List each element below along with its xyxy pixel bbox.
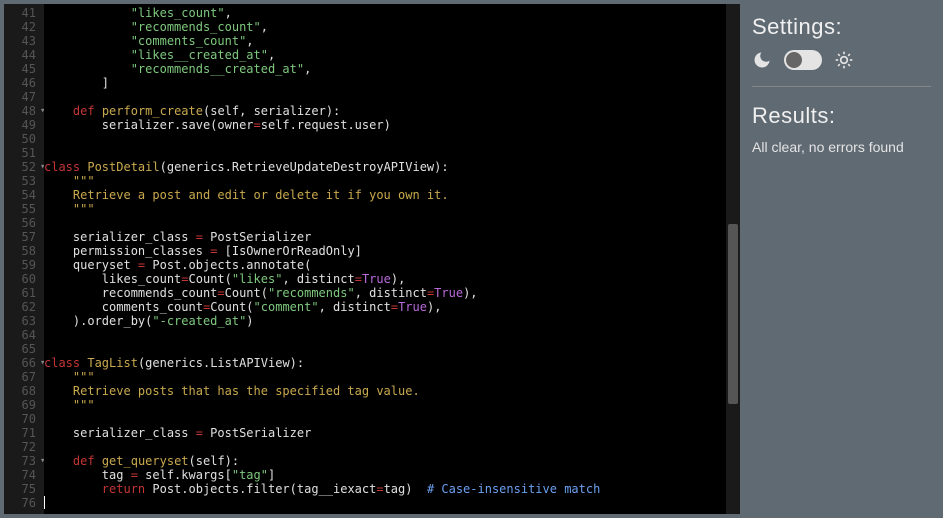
code-line[interactable]: comments_count=Count("comment", distinct… [44, 300, 726, 314]
line-number: 73 [4, 454, 44, 468]
line-number: 58 [4, 244, 44, 258]
line-number: 42 [4, 20, 44, 34]
settings-heading: Settings: [752, 14, 931, 40]
line-number: 48 [4, 104, 44, 118]
text-cursor [44, 496, 45, 509]
line-number-gutter: 4142434445464748495051525354555657585960… [4, 4, 44, 514]
code-line[interactable]: "likes__created_at", [44, 48, 726, 62]
code-line[interactable] [44, 132, 726, 146]
line-number: 62 [4, 300, 44, 314]
line-number: 70 [4, 412, 44, 426]
code-line[interactable]: queryset = Post.objects.annotate( [44, 258, 726, 272]
line-number: 47 [4, 90, 44, 104]
code-line[interactable]: """ [44, 174, 726, 188]
code-line[interactable]: class TagList(generics.ListAPIView): [44, 356, 726, 370]
line-number: 71 [4, 426, 44, 440]
results-heading: Results: [752, 103, 931, 129]
line-number: 72 [4, 440, 44, 454]
code-line[interactable]: return Post.objects.filter(tag__iexact=t… [44, 482, 726, 496]
line-number: 41 [4, 6, 44, 20]
vertical-scrollbar[interactable] [726, 4, 740, 514]
code-line[interactable]: serializer_class = PostSerializer [44, 426, 726, 440]
line-number: 52 [4, 160, 44, 174]
code-line[interactable]: likes_count=Count("likes", distinct=True… [44, 272, 726, 286]
code-line[interactable]: def perform_create(self, serializer): [44, 104, 726, 118]
line-number: 68 [4, 384, 44, 398]
theme-toggle[interactable] [784, 50, 822, 70]
code-line[interactable]: "recommends__created_at", [44, 62, 726, 76]
toggle-knob [786, 52, 802, 68]
side-panel: Settings: Results: All clear, no errors … [740, 0, 943, 518]
code-line[interactable]: "likes_count", [44, 6, 726, 20]
code-editor[interactable]: 4142434445464748495051525354555657585960… [4, 4, 740, 514]
code-line[interactable] [44, 146, 726, 160]
line-number: 65 [4, 342, 44, 356]
line-number: 54 [4, 188, 44, 202]
code-line[interactable] [44, 328, 726, 342]
code-line[interactable] [44, 440, 726, 454]
code-line[interactable]: recommends_count=Count("recommends", dis… [44, 286, 726, 300]
code-line[interactable] [44, 412, 726, 426]
scrollbar-thumb[interactable] [728, 224, 738, 404]
code-line[interactable] [44, 342, 726, 356]
code-line[interactable]: Retrieve posts that has the specified ta… [44, 384, 726, 398]
line-number: 50 [4, 132, 44, 146]
line-number: 45 [4, 62, 44, 76]
sun-icon [834, 50, 854, 70]
code-line[interactable]: "comments_count", [44, 34, 726, 48]
code-line[interactable]: ] [44, 76, 726, 90]
line-number: 46 [4, 76, 44, 90]
line-number: 56 [4, 216, 44, 230]
line-number: 55 [4, 202, 44, 216]
code-line[interactable] [44, 216, 726, 230]
theme-toggle-row [752, 50, 931, 70]
code-line[interactable]: permission_classes = [IsOwnerOrReadOnly] [44, 244, 726, 258]
line-number: 61 [4, 286, 44, 300]
line-number: 63 [4, 314, 44, 328]
code-line[interactable]: """ [44, 202, 726, 216]
code-line[interactable]: """ [44, 370, 726, 384]
moon-icon [752, 50, 772, 70]
line-number: 51 [4, 146, 44, 160]
editor-pane: 4142434445464748495051525354555657585960… [0, 0, 740, 518]
line-number: 60 [4, 272, 44, 286]
line-number: 76 [4, 496, 44, 510]
code-line[interactable]: tag = self.kwargs["tag"] [44, 468, 726, 482]
code-line[interactable] [44, 496, 726, 510]
line-number: 59 [4, 258, 44, 272]
line-number: 57 [4, 230, 44, 244]
line-number: 44 [4, 48, 44, 62]
code-line[interactable]: class PostDetail(generics.RetrieveUpdate… [44, 160, 726, 174]
results-message: All clear, no errors found [752, 139, 931, 155]
line-number: 67 [4, 370, 44, 384]
line-number: 74 [4, 468, 44, 482]
code-line[interactable]: def get_queryset(self): [44, 454, 726, 468]
divider [752, 86, 931, 87]
code-line[interactable]: serializer.save(owner=self.request.user) [44, 118, 726, 132]
line-number: 69 [4, 398, 44, 412]
line-number: 66 [4, 356, 44, 370]
line-number: 43 [4, 34, 44, 48]
line-number: 49 [4, 118, 44, 132]
line-number: 64 [4, 328, 44, 342]
code-line[interactable]: "recommends_count", [44, 20, 726, 34]
code-line[interactable]: serializer_class = PostSerializer [44, 230, 726, 244]
code-line[interactable]: """ [44, 398, 726, 412]
line-number: 75 [4, 482, 44, 496]
line-number: 53 [4, 174, 44, 188]
code-line[interactable]: Retrieve a post and edit or delete it if… [44, 188, 726, 202]
code-line[interactable] [44, 90, 726, 104]
code-line[interactable]: ).order_by("-created_at") [44, 314, 726, 328]
code-area[interactable]: "likes_count", "recommends_count", "comm… [44, 4, 726, 514]
